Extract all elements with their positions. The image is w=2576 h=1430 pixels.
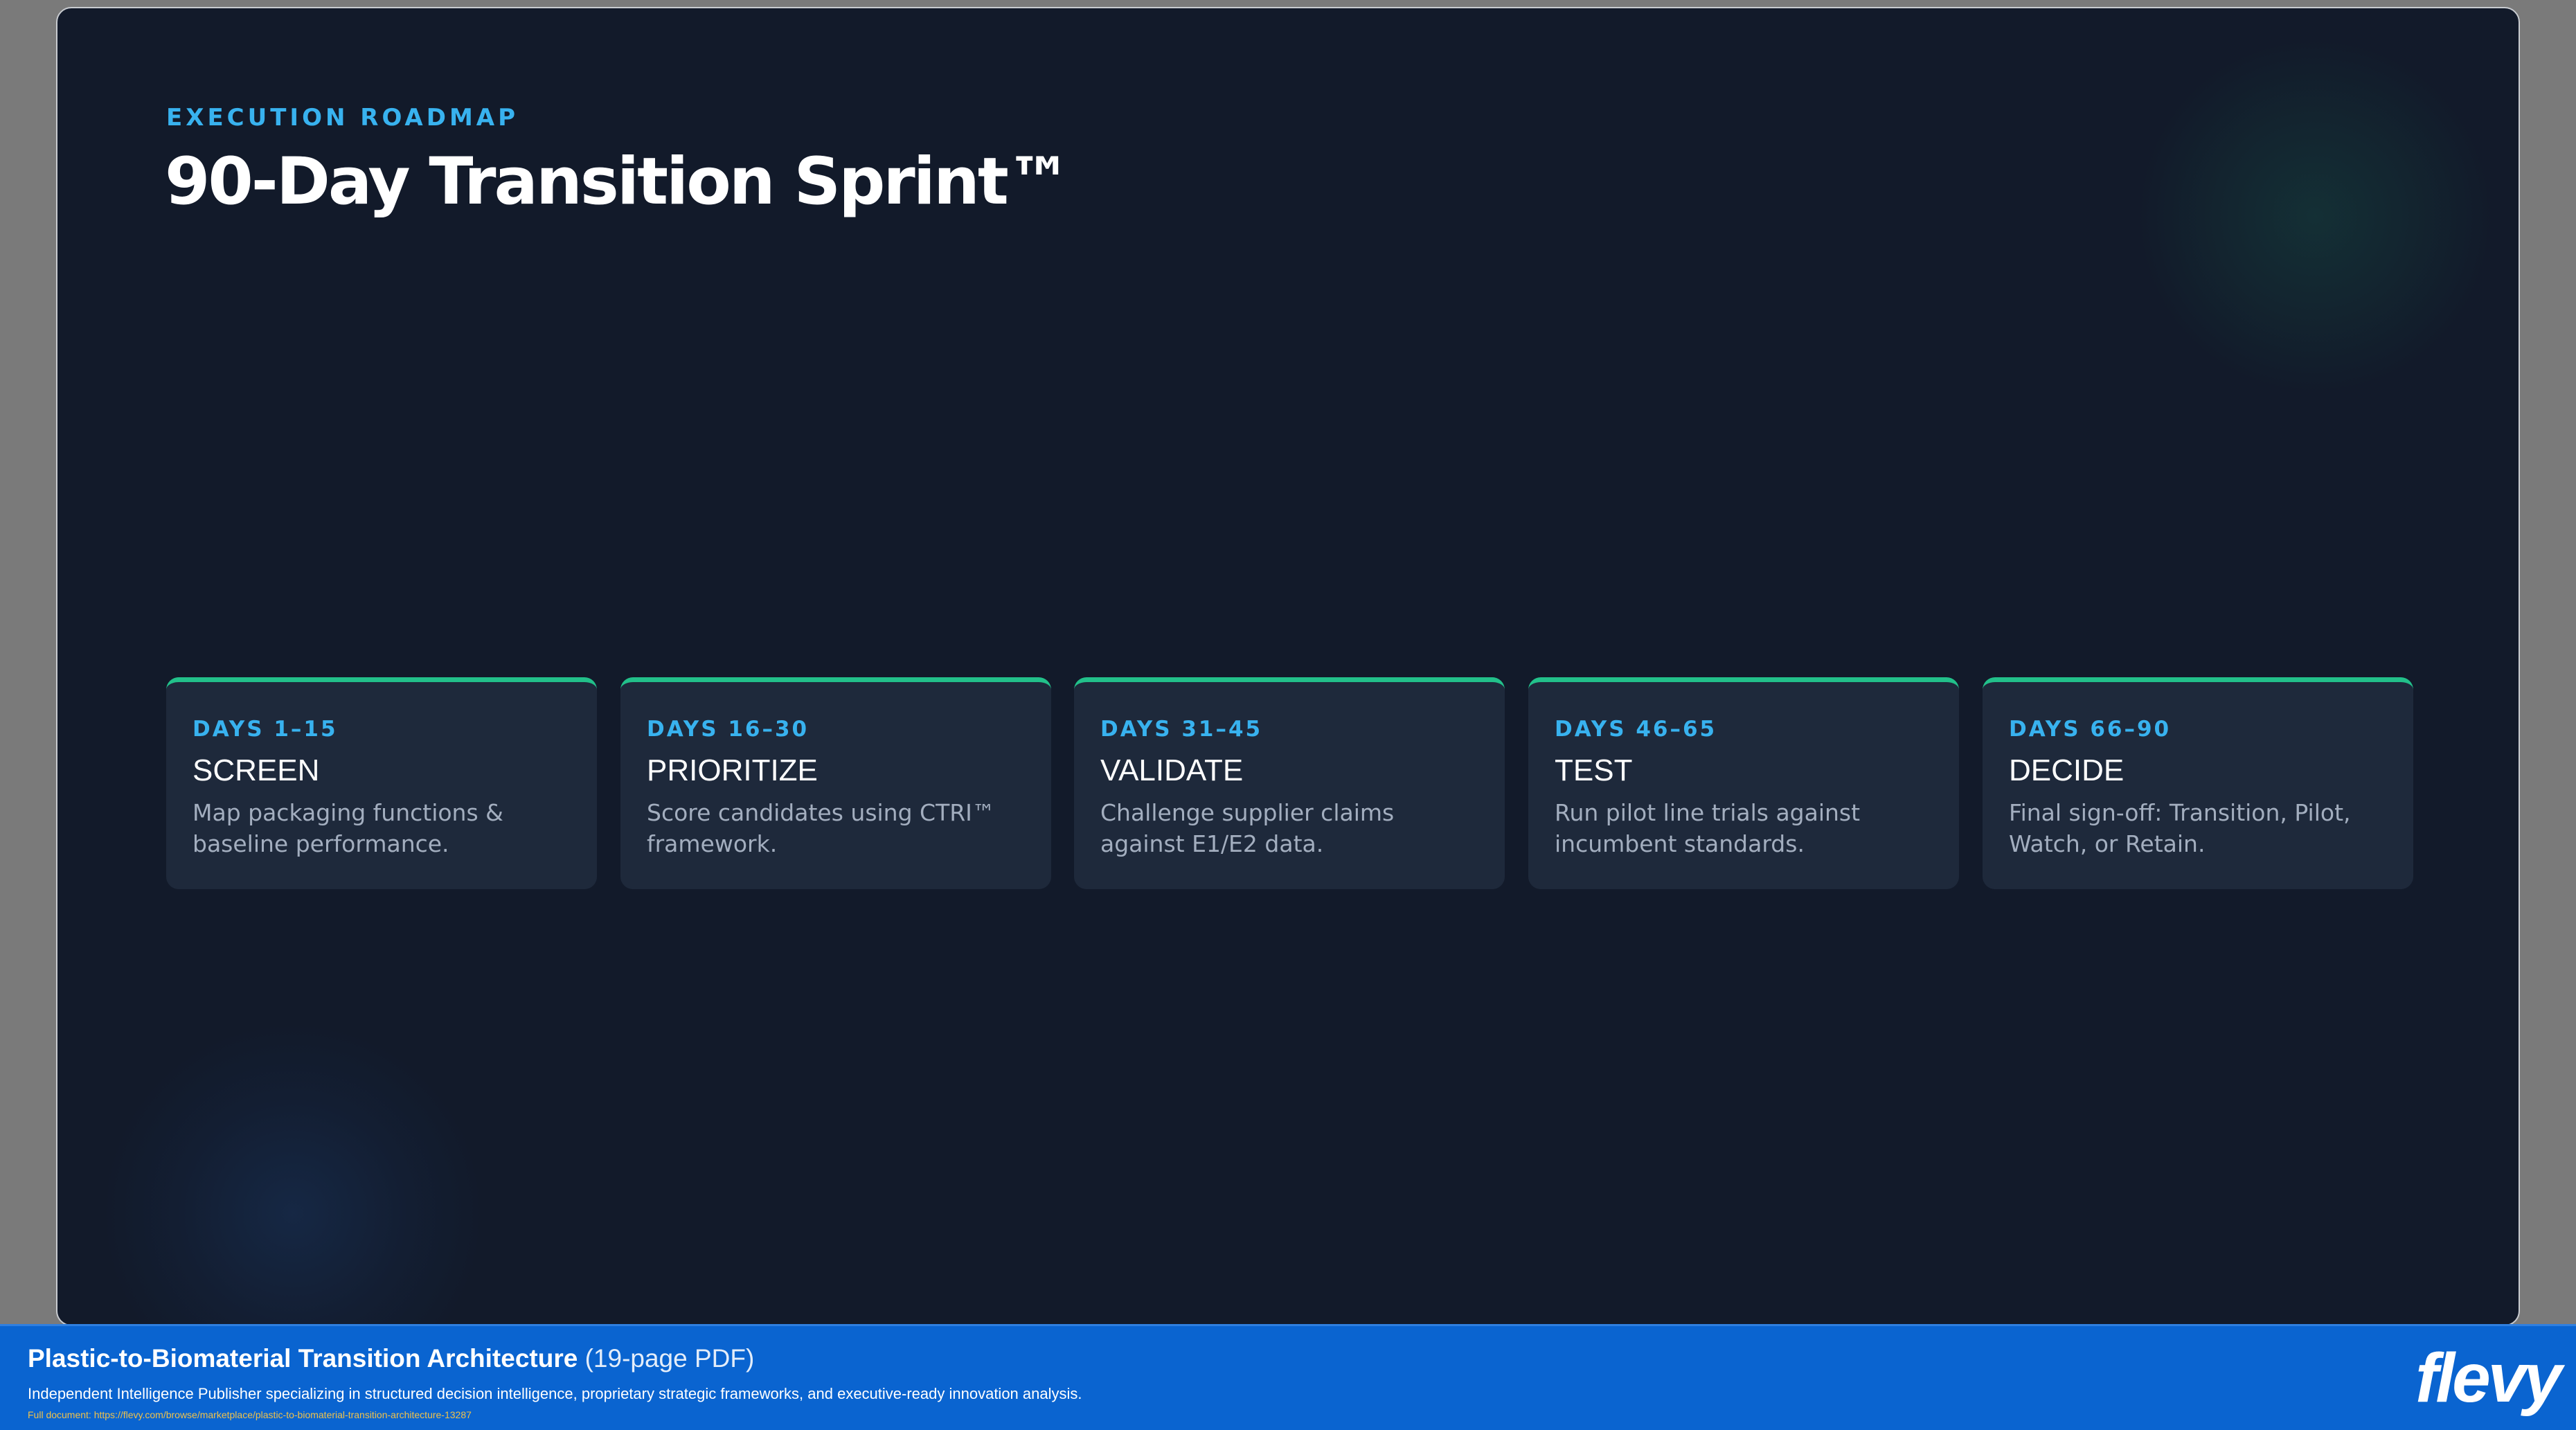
slide-title: 90-Day Transition Sprint™ bbox=[165, 144, 1072, 220]
section-eyebrow: EXECUTION ROADMAP bbox=[166, 104, 519, 132]
banner-title[interactable]: Plastic-to-Biomaterial Transition Archit… bbox=[28, 1344, 754, 1373]
document-banner: Plastic-to-Biomaterial Transition Archit… bbox=[0, 1324, 2576, 1430]
phase-cards: DAYS 1–15 SCREEN Map packaging functions… bbox=[166, 677, 2413, 889]
decorative-glow-bottom-left bbox=[99, 1019, 487, 1325]
phase-name: TEST bbox=[1555, 753, 1633, 787]
phase-description: Final sign-off: Transition, Pilot, Watch… bbox=[2009, 799, 2351, 857]
phase-days: DAYS 1–15 bbox=[193, 717, 338, 742]
phase-description: Score candidates using CTRI™ framework. bbox=[647, 799, 995, 857]
phase-days: DAYS 31–45 bbox=[1100, 717, 1263, 742]
phase-days: DAYS 16–30 bbox=[647, 717, 810, 742]
phase-card-screen: DAYS 1–15 SCREEN Map packaging functions… bbox=[166, 677, 597, 889]
phase-days: DAYS 66–90 bbox=[2009, 717, 2172, 742]
flevy-logo[interactable]: flevy bbox=[2415, 1340, 2562, 1416]
slide: EXECUTION ROADMAP 90-Day Transition Spri… bbox=[56, 7, 2520, 1326]
publisher-description: Independent Intelligence Publisher speci… bbox=[28, 1385, 1082, 1402]
phase-name: VALIDATE bbox=[1100, 753, 1244, 787]
phase-card-validate: DAYS 31–45 VALIDATE Challenge supplier c… bbox=[1074, 677, 1505, 889]
phase-card-prioritize: DAYS 16–30 PRIORITIZE Score candidates u… bbox=[620, 677, 1051, 889]
full-document-link[interactable]: Full document: https://flevy.com/browse/… bbox=[28, 1409, 472, 1420]
phase-name: DECIDE bbox=[2009, 753, 2125, 787]
phase-name: PRIORITIZE bbox=[647, 753, 818, 787]
phase-days: DAYS 46–65 bbox=[1555, 717, 1717, 742]
decorative-glow-top-right bbox=[2135, 36, 2495, 396]
phase-card-decide: DAYS 66–90 DECIDE Final sign-off: Transi… bbox=[1983, 677, 2413, 889]
phase-description: Map packaging functions & baseline perfo… bbox=[193, 799, 503, 857]
document-page-count: (19-page PDF) bbox=[584, 1344, 755, 1373]
phase-name: SCREEN bbox=[193, 753, 320, 787]
document-title[interactable]: Plastic-to-Biomaterial Transition Archit… bbox=[28, 1344, 578, 1373]
phase-description: Challenge supplier claims against E1/E2 … bbox=[1100, 799, 1395, 857]
phase-description: Run pilot line trials against incumbent … bbox=[1555, 799, 1861, 857]
phase-card-test: DAYS 46–65 TEST Run pilot line trials ag… bbox=[1528, 677, 1959, 889]
